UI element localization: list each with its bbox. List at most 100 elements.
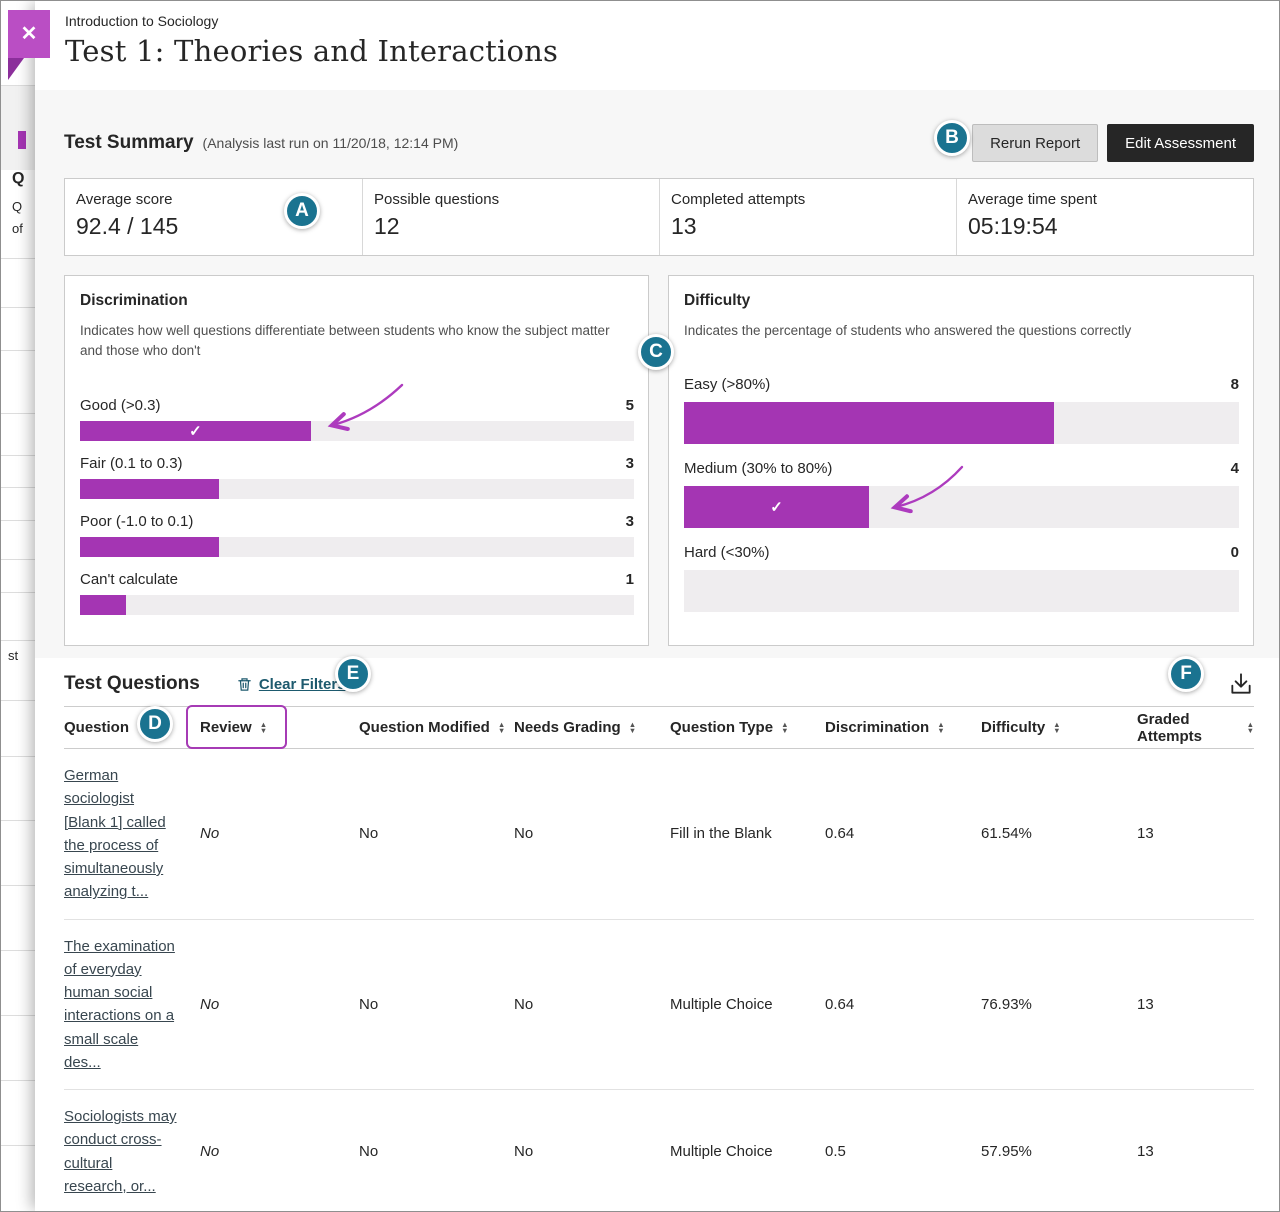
background-text-fragment: Q: [12, 199, 22, 214]
page-title: Test 1: Theories and Interactions: [65, 34, 1280, 68]
review-cell: No: [200, 1143, 359, 1160]
bar-label-row: Easy (>80%) 8: [684, 376, 1239, 393]
stat-label: Possible questions: [374, 191, 649, 208]
bar-fill: [80, 595, 126, 615]
column-label: Discrimination: [825, 719, 929, 736]
column-header-question[interactable]: Question▲▼: [64, 719, 200, 736]
card-description: Indicates how well questions differentia…: [80, 321, 634, 362]
sort-icon[interactable]: ▲▼: [937, 722, 944, 734]
background-page: QQofst: [0, 0, 35, 1212]
column-header-graded-attempts[interactable]: Graded Attempts▲▼: [1137, 711, 1254, 745]
stat-value: 05:19:54: [968, 213, 1243, 240]
background-divider: [0, 820, 35, 821]
stat-card-1: Possible questions 12: [362, 179, 659, 255]
close-button[interactable]: ✕: [8, 10, 50, 78]
bar-label-row: Can't calculate1: [80, 571, 634, 588]
bar-group: Can't calculate1: [80, 571, 634, 615]
panel-header: Introduction to Sociology Test 1: Theori…: [35, 0, 1280, 90]
background-divider: [0, 559, 35, 560]
background-text-fragment: of: [12, 221, 23, 236]
difficulty-cell: 76.93%: [981, 996, 1137, 1013]
discrimination-cell: 0.5: [825, 1143, 981, 1160]
question-link[interactable]: Sociologists may conduct cross-cultural …: [64, 1105, 178, 1198]
bars: Easy (>80%) 8 Medium (30% to 80%)4 ✓ Hard (<…: [684, 376, 1239, 612]
rerun-report-button[interactable]: Rerun Report: [972, 124, 1098, 162]
question-modified-cell: No: [359, 825, 514, 842]
question-modified-cell: No: [359, 996, 514, 1013]
sort-icon[interactable]: ▲▼: [781, 722, 788, 734]
question-type-cell: Multiple Choice: [670, 1143, 825, 1160]
card-title: Difficulty: [684, 292, 1239, 310]
bar-count: 8: [1231, 376, 1239, 393]
column-header-review[interactable]: Review ▲▼: [200, 719, 359, 736]
background-divider: [0, 413, 35, 414]
bar-group: Good (>0.3)5✓: [80, 397, 634, 441]
background-divider: [0, 487, 35, 488]
annotation-e: E: [335, 656, 371, 692]
background-divider: [0, 592, 35, 593]
stat-value: 12: [374, 213, 649, 240]
questions-table-body: German sociologist [Blank 1] called the …: [64, 749, 1254, 1212]
annotation-c: C: [638, 334, 674, 370]
bar-fill: [80, 537, 219, 557]
background-divider: [0, 640, 35, 641]
bar-label-row: Medium (30% to 80%)4: [684, 460, 1239, 477]
bars: Good (>0.3)5✓ Fair (0.1 to 0.3) 3 Poor (-1.…: [80, 397, 634, 615]
bar-count: 5: [626, 397, 634, 414]
background-divider: [0, 520, 35, 521]
bar-label: Easy (>80%): [684, 376, 770, 393]
questions-heading: Test Questions: [64, 673, 200, 695]
close-ribbon[interactable]: ✕: [8, 10, 50, 58]
sort-icon[interactable]: ▲▼: [1053, 722, 1060, 734]
stat-card-3: Average time spent 05:19:54: [956, 179, 1253, 255]
sort-icon[interactable]: ▲▼: [260, 722, 267, 734]
column-label: Review: [200, 719, 252, 736]
column-header-discrimination[interactable]: Discrimination ▲▼: [825, 719, 981, 736]
sort-icon[interactable]: ▲▼: [498, 722, 505, 734]
bar-count: 3: [626, 455, 634, 472]
bar-fill: ✓: [684, 486, 869, 528]
sort-icon[interactable]: ▲▼: [629, 722, 636, 734]
background-divider: [0, 756, 35, 757]
edit-assessment-button[interactable]: Edit Assessment: [1107, 124, 1254, 162]
discrimination-cell: 0.64: [825, 996, 981, 1013]
discrimination-card: Discrimination Indicates how well questi…: [64, 275, 649, 646]
background-divider: [0, 307, 35, 308]
background-divider: [0, 885, 35, 886]
table-row: German sociologist [Blank 1] called the …: [64, 749, 1254, 920]
question-cell: German sociologist [Blank 1] called the …: [64, 764, 200, 904]
download-button[interactable]: [1228, 671, 1254, 697]
stat-label: Completed attempts: [671, 191, 946, 208]
question-type-cell: Fill in the Blank: [670, 825, 825, 842]
column-header-difficulty[interactable]: Difficulty▲▼: [981, 719, 1137, 736]
bar-label: Fair (0.1 to 0.3): [80, 455, 183, 472]
clear-filters-button[interactable]: Clear Filters: [237, 676, 346, 693]
questions-header-row: Test Questions Clear Filters: [64, 666, 1254, 702]
stat-card-2: Completed attempts13: [659, 179, 956, 255]
background-divider: [0, 950, 35, 951]
ribbon-fold: [8, 58, 24, 80]
test-summary-section: Test Summary (Analysis last run on 11/20…: [35, 90, 1280, 658]
bar-count: 0: [1231, 544, 1239, 561]
column-header-question-type[interactable]: Question Type▲▼: [670, 719, 825, 736]
bar-label: Hard (<30%): [684, 544, 769, 561]
stat-label: Average time spent: [968, 191, 1243, 208]
bar-group: Poor (-1.0 to 0.1)3: [80, 513, 634, 557]
background-text-fragment: st: [8, 648, 18, 663]
bar-count: 4: [1231, 460, 1239, 477]
download-icon: [1228, 671, 1254, 697]
stats-row: Average score92.4 / 145Possible question…: [64, 178, 1254, 256]
graded-attempts-cell: 13: [1137, 825, 1254, 842]
question-link[interactable]: German sociologist [Blank 1] called the …: [64, 764, 178, 904]
needs-grading-cell: No: [514, 825, 670, 842]
background-divider: [0, 455, 35, 456]
column-header-needs-grading[interactable]: Needs Grading▲▼: [514, 719, 670, 736]
column-header-question-modified[interactable]: Question Modified▲▼: [359, 719, 514, 736]
close-icon: ✕: [21, 24, 38, 44]
analysis-timestamp: (Analysis last run on 11/20/18, 12:14 PM…: [203, 135, 459, 151]
difficulty-cell: 57.95%: [981, 1143, 1137, 1160]
bar-group: Hard (<30%) 0: [684, 544, 1239, 612]
sort-icon[interactable]: ▲▼: [1247, 722, 1254, 734]
bar-label: Poor (-1.0 to 0.1): [80, 513, 193, 530]
question-link[interactable]: The examination of everyday human social…: [64, 935, 178, 1075]
